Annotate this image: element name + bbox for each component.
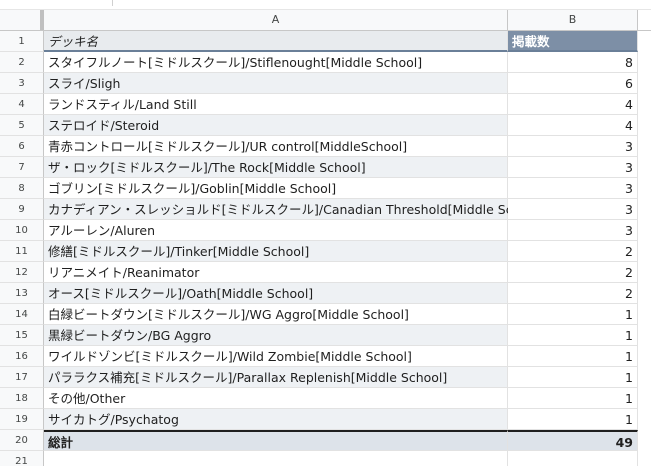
cell-empty[interactable]	[508, 451, 638, 466]
row-number[interactable]: 19	[0, 409, 44, 430]
cell-count[interactable]: 6	[508, 73, 638, 94]
cell-total-count[interactable]: 49	[508, 430, 638, 451]
cell-deck-name[interactable]: サイカトグ/Psychatog	[44, 409, 508, 430]
cell-deck-name[interactable]: ステロイド/Steroid	[44, 115, 508, 136]
cell-deck-name[interactable]: オース[ミドルスクール]/Oath[Middle School]	[44, 283, 508, 304]
column-header-b[interactable]: B	[508, 10, 638, 30]
cell-deck-name[interactable]: 白緑ビートダウン[ミドルスクール]/WG Aggro[Middle School…	[44, 304, 508, 325]
cell-count[interactable]: 1	[508, 388, 638, 409]
cell-count[interactable]: 2	[508, 283, 638, 304]
spreadsheet: A B 1 デッキ名 掲載数 2 スタイフルノート[ミドルスクール]/Stifl…	[0, 0, 651, 466]
table-row: 21	[0, 451, 651, 466]
table-row: 7 ザ・ロック[ミドルスクール]/The Rock[Middle School]…	[0, 157, 651, 178]
cell-deck-name[interactable]: スタイフルノート[ミドルスクール]/Stiflenought[Middle Sc…	[44, 52, 508, 73]
row-number[interactable]: 4	[0, 94, 44, 115]
table-row: 3 スライ/Sligh 6	[0, 73, 651, 94]
cell-deck-name[interactable]: 青赤コントロール[ミドルスクール]/UR control[MiddleSchoo…	[44, 136, 508, 157]
row-number[interactable]: 1	[0, 31, 44, 52]
cell-count[interactable]: 3	[508, 199, 638, 220]
select-all-corner[interactable]	[0, 10, 44, 30]
cell-deck-name[interactable]: ザ・ロック[ミドルスクール]/The Rock[Middle School]	[44, 157, 508, 178]
row-number[interactable]: 18	[0, 388, 44, 409]
row-number[interactable]: 9	[0, 199, 44, 220]
cell-total-label[interactable]: 総計	[44, 430, 508, 451]
cell-deck-name[interactable]: アルーレン/Aluren	[44, 220, 508, 241]
cell-count[interactable]: 4	[508, 115, 638, 136]
cell-header-name[interactable]: デッキ名	[44, 31, 508, 52]
row-number[interactable]: 7	[0, 157, 44, 178]
cell-count[interactable]: 3	[508, 178, 638, 199]
cell-count[interactable]: 1	[508, 409, 638, 430]
cell-deck-name[interactable]: 黒緑ビートダウン/BG Aggro	[44, 325, 508, 346]
cell-deck-name[interactable]: パララクス補充[ミドルスクール]/Parallax Replenish[Midd…	[44, 367, 508, 388]
cell-deck-name[interactable]: ワイルドゾンビ[ミドルスクール]/Wild Zombie[Middle Scho…	[44, 346, 508, 367]
cell-count[interactable]: 8	[508, 52, 638, 73]
table-row: 4 ランドスティル/Land Still 4	[0, 94, 651, 115]
cell-deck-name[interactable]: ゴブリン[ミドルスクール]/Goblin[Middle School]	[44, 178, 508, 199]
cell-count[interactable]: 1	[508, 304, 638, 325]
cell-count[interactable]: 3	[508, 157, 638, 178]
sheet-grid: 1 デッキ名 掲載数 2 スタイフルノート[ミドルスクール]/Stiflenou…	[0, 31, 651, 466]
table-row: 16 ワイルドゾンビ[ミドルスクール]/Wild Zombie[Middle S…	[0, 346, 651, 367]
row-number[interactable]: 16	[0, 346, 44, 367]
cell-empty[interactable]	[44, 451, 508, 466]
total-row: 20 総計 49	[0, 430, 651, 451]
cell-deck-name[interactable]: ランドスティル/Land Still	[44, 94, 508, 115]
cell-deck-name[interactable]: スライ/Sligh	[44, 73, 508, 94]
row-number[interactable]: 13	[0, 283, 44, 304]
cell-deck-name[interactable]: リアニメイト/Reanimator	[44, 262, 508, 283]
row-number[interactable]: 20	[0, 430, 44, 451]
table-row: 18 その他/Other 1	[0, 388, 651, 409]
row-number[interactable]: 17	[0, 367, 44, 388]
cell-count[interactable]: 3	[508, 220, 638, 241]
cell-deck-name[interactable]: その他/Other	[44, 388, 508, 409]
cell-count[interactable]: 1	[508, 325, 638, 346]
row-number[interactable]: 6	[0, 136, 44, 157]
cell-count[interactable]: 1	[508, 367, 638, 388]
row-number[interactable]: 12	[0, 262, 44, 283]
table-row: 19 サイカトグ/Psychatog 1	[0, 409, 651, 430]
cell-deck-name[interactable]: 修繕[ミドルスクール]/Tinker[Middle School]	[44, 241, 508, 262]
column-header-a[interactable]: A	[44, 10, 508, 30]
table-row: 10 アルーレン/Aluren 3	[0, 220, 651, 241]
table-row: 1 デッキ名 掲載数	[0, 31, 651, 52]
table-row: 14 白緑ビートダウン[ミドルスクール]/WG Aggro[Middle Sch…	[0, 304, 651, 325]
table-row: 15 黒緑ビートダウン/BG Aggro 1	[0, 325, 651, 346]
table-row: 5 ステロイド/Steroid 4	[0, 115, 651, 136]
cell-header-count[interactable]: 掲載数	[508, 31, 638, 52]
cell-count[interactable]: 3	[508, 136, 638, 157]
row-number[interactable]: 21	[0, 451, 44, 466]
divider	[112, 0, 113, 6]
table-row: 2 スタイフルノート[ミドルスクール]/Stiflenought[Middle …	[0, 52, 651, 73]
table-row: 17 パララクス補充[ミドルスクール]/Parallax Replenish[M…	[0, 367, 651, 388]
row-number[interactable]: 15	[0, 325, 44, 346]
table-row: 6 青赤コントロール[ミドルスクール]/UR control[MiddleSch…	[0, 136, 651, 157]
row-number[interactable]: 8	[0, 178, 44, 199]
column-header-row: A B	[0, 10, 651, 31]
row-number[interactable]: 11	[0, 241, 44, 262]
row-number[interactable]: 10	[0, 220, 44, 241]
table-row: 13 オース[ミドルスクール]/Oath[Middle School] 2	[0, 283, 651, 304]
cell-count[interactable]: 4	[508, 94, 638, 115]
row-number[interactable]: 14	[0, 304, 44, 325]
row-number[interactable]: 3	[0, 73, 44, 94]
column-header-empty	[638, 10, 651, 30]
cell-count[interactable]: 2	[508, 241, 638, 262]
table-row: 11 修繕[ミドルスクール]/Tinker[Middle School] 2	[0, 241, 651, 262]
row-number[interactable]: 5	[0, 115, 44, 136]
table-row: 8 ゴブリン[ミドルスクール]/Goblin[Middle School] 3	[0, 178, 651, 199]
row-number[interactable]: 2	[0, 52, 44, 73]
toolbar-strip	[0, 0, 651, 10]
table-row: 12 リアニメイト/Reanimator 2	[0, 262, 651, 283]
table-row: 9 カナディアン・スレッショルド[ミドルスクール]/Canadian Thres…	[0, 199, 651, 220]
cell-count[interactable]: 1	[508, 346, 638, 367]
cell-count[interactable]: 2	[508, 262, 638, 283]
cell-deck-name[interactable]: カナディアン・スレッショルド[ミドルスクール]/Canadian Thresho…	[44, 199, 544, 220]
